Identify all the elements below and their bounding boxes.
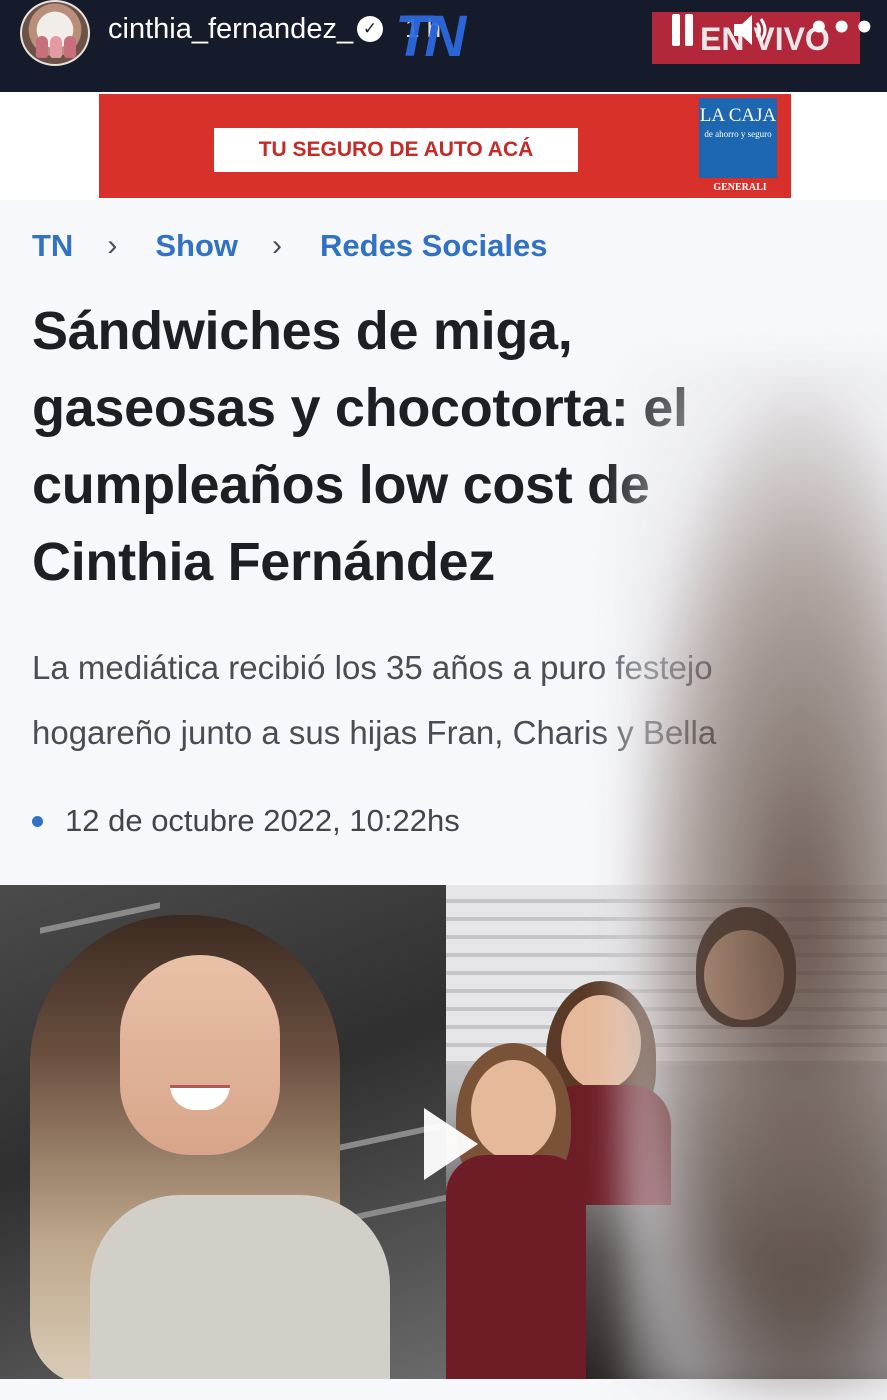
girl-face bbox=[471, 1060, 556, 1160]
breadcrumb: TN › Show › Redes Sociales bbox=[32, 226, 547, 266]
photo-girls bbox=[446, 885, 887, 1379]
ad-banner[interactable]: TU SEGURO DE AUTO ACÁ LA CAJA de ahorro … bbox=[99, 94, 791, 198]
girl-uniform bbox=[446, 1155, 586, 1379]
breadcrumb-item-tn[interactable]: TN bbox=[32, 228, 73, 264]
article-date: 12 de octubre 2022, 10:22hs bbox=[65, 803, 460, 838]
stair-step bbox=[350, 1194, 446, 1222]
avatar[interactable] bbox=[20, 0, 90, 66]
photo-woman bbox=[0, 885, 446, 1379]
ad-cta-button[interactable]: TU SEGURO DE AUTO ACÁ bbox=[214, 128, 578, 172]
play-icon[interactable] bbox=[424, 1108, 478, 1180]
avatar-figure bbox=[36, 36, 48, 58]
breadcrumb-item-show[interactable]: Show bbox=[155, 228, 238, 264]
bullet-dot-icon bbox=[32, 815, 43, 827]
woman-sweater bbox=[90, 1195, 390, 1379]
breadcrumb-item-redes-sociales[interactable]: Redes Sociales bbox=[320, 228, 547, 264]
article-lead-line-1: La mediática recibió los 35 años a puro … bbox=[32, 649, 713, 686]
pause-icon[interactable] bbox=[670, 14, 696, 46]
woman-face bbox=[120, 955, 280, 1155]
article-dateline: 12 de octubre 2022, 10:22hs bbox=[32, 803, 460, 839]
verified-badge-icon: ✓ bbox=[357, 16, 383, 42]
story-username[interactable]: cinthia_fernandez_ bbox=[108, 13, 353, 46]
avatar-figure bbox=[50, 36, 62, 58]
sound-icon[interactable] bbox=[730, 10, 770, 50]
avatar-figure bbox=[64, 36, 76, 58]
ad-partner: GENERALI bbox=[713, 182, 767, 193]
story-header: cinthia_fernandez_ ✓ 1 h TN EN VIVO ••• bbox=[0, 0, 887, 92]
tn-logo: TN bbox=[395, 4, 466, 69]
article-lead-line-2: hogareño junto a sus hijas Fran, Charis … bbox=[32, 714, 717, 751]
ad-brand-name: LA CAJA bbox=[699, 105, 777, 126]
girl-face bbox=[704, 930, 784, 1020]
article-lead: La mediática recibió los 35 años a puro … bbox=[32, 635, 862, 765]
ad-brand-tagline: de ahorro y seguro bbox=[704, 129, 772, 139]
chevron-right-icon: › bbox=[107, 229, 118, 262]
girl-face bbox=[561, 995, 641, 1090]
window-blinds bbox=[446, 885, 887, 1065]
ad-brand-logo: LA CAJA de ahorro y seguro bbox=[699, 98, 777, 178]
more-options-icon[interactable]: ••• bbox=[808, 11, 876, 45]
chevron-right-icon: › bbox=[272, 229, 282, 262]
article-headline: Sándwiches de miga, gaseosas y chocotort… bbox=[32, 301, 688, 592]
